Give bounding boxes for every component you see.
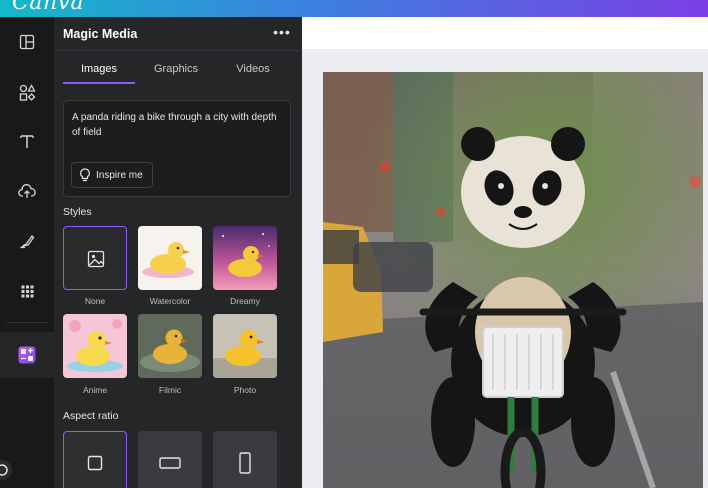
text-icon xyxy=(20,134,34,148)
dreamy-duck-thumbnail xyxy=(213,226,277,290)
rail-draw-button[interactable] xyxy=(0,221,54,261)
style-filmic-label: Filmic xyxy=(158,385,182,395)
rail-divider xyxy=(6,322,48,323)
aspect-portrait-option[interactable] xyxy=(213,431,277,488)
style-watercolor-label: Watercolor xyxy=(149,296,191,306)
square-ratio-icon xyxy=(87,455,103,471)
generated-image[interactable] xyxy=(323,72,703,488)
style-photo-label: Photo xyxy=(233,385,257,395)
top-bar: Canva xyxy=(0,0,708,17)
style-anime-label: Anime xyxy=(82,385,108,395)
cloud-upload-icon xyxy=(18,184,36,198)
rail-uploads-button[interactable] xyxy=(0,171,54,211)
active-tab-indicator xyxy=(63,82,135,84)
tab-videos[interactable]: Videos xyxy=(217,63,289,83)
style-dreamy-tile[interactable] xyxy=(213,226,277,290)
prompt-text[interactable]: A panda riding a bike through a city wit… xyxy=(72,110,277,140)
rail-magic-media-button[interactable] xyxy=(0,332,54,378)
aspect-square-option[interactable] xyxy=(63,431,127,488)
style-watercolor-tile[interactable] xyxy=(138,226,202,290)
draw-icon xyxy=(20,234,35,249)
landscape-ratio-icon xyxy=(159,457,181,469)
style-anime-tile[interactable] xyxy=(63,314,127,378)
image-placeholder-icon xyxy=(87,250,105,268)
photo-duck-thumbnail xyxy=(213,314,277,378)
canvas-area xyxy=(302,17,708,488)
styles-heading: Styles xyxy=(63,206,92,218)
panda-on-bike-image xyxy=(323,72,703,488)
tab-images[interactable]: Images xyxy=(63,63,135,83)
inspire-me-label: Inspire me xyxy=(96,169,143,181)
layout-icon xyxy=(19,34,35,50)
anime-duck-thumbnail xyxy=(63,314,127,378)
aspect-ratio-heading: Aspect ratio xyxy=(63,410,119,422)
style-dreamy-label: Dreamy xyxy=(230,296,260,306)
style-photo-tile[interactable] xyxy=(213,314,277,378)
filmic-duck-thumbnail xyxy=(138,314,202,378)
floating-help-button[interactable] xyxy=(0,458,20,482)
style-none-label: None xyxy=(84,296,106,306)
prompt-input[interactable]: A panda riding a bike through a city wit… xyxy=(63,100,291,197)
rail-design-button[interactable] xyxy=(0,22,54,62)
canva-logo[interactable]: Canva xyxy=(12,0,84,15)
style-none-tile[interactable] xyxy=(63,226,127,290)
help-bubble-icon xyxy=(0,460,12,480)
apps-grid-icon xyxy=(21,285,33,297)
more-options-button[interactable]: ••• xyxy=(271,23,293,41)
shapes-icon xyxy=(19,83,36,101)
panel-title: Magic Media xyxy=(63,27,138,41)
aspect-landscape-option[interactable] xyxy=(138,431,202,488)
rail-text-button[interactable] xyxy=(0,121,54,161)
magic-media-icon xyxy=(18,346,36,364)
left-rail xyxy=(0,17,54,488)
inspire-me-button[interactable]: Inspire me xyxy=(71,162,153,188)
rail-elements-button[interactable] xyxy=(0,72,54,112)
canvas-toolbar xyxy=(302,17,708,49)
watercolor-duck-thumbnail xyxy=(138,226,202,290)
panel-header-divider xyxy=(54,50,302,51)
magic-media-panel: Magic Media ••• Images Graphics Videos A… xyxy=(54,17,302,488)
rail-apps-button[interactable] xyxy=(0,271,54,311)
style-filmic-tile[interactable] xyxy=(138,314,202,378)
lightbulb-icon xyxy=(80,168,90,182)
portrait-ratio-icon xyxy=(239,452,251,474)
tab-graphics[interactable]: Graphics xyxy=(140,63,212,83)
